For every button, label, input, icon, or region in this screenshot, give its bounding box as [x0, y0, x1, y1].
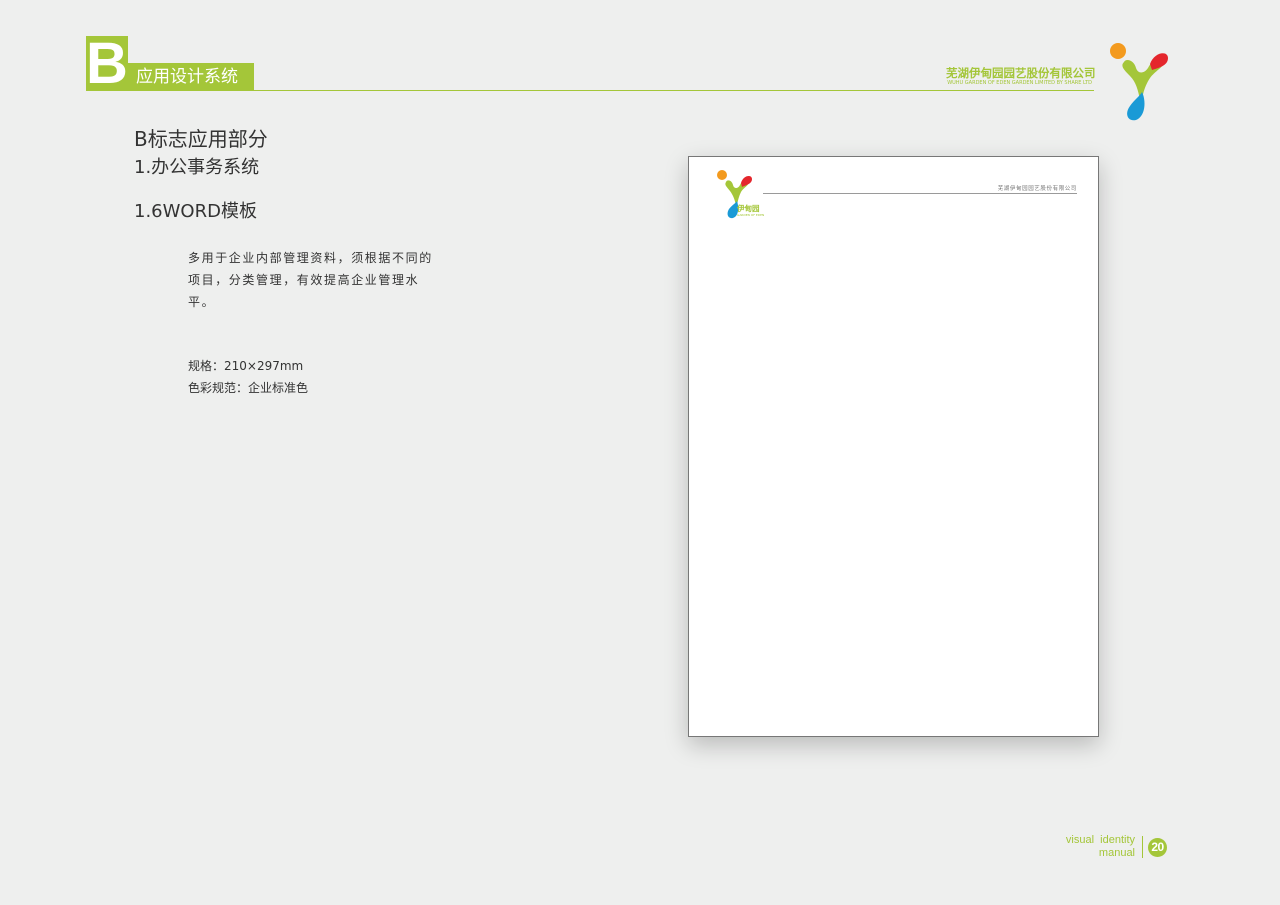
garden-logo-icon: [1110, 43, 1168, 121]
section-letter: B: [86, 31, 128, 96]
page-number: 20: [1148, 838, 1167, 857]
footer-separator: [1142, 836, 1143, 858]
sheet-header-line: [763, 193, 1077, 194]
company-name-en: WUHU GARDEN OF EDEN GARDEN LIMITED BY SH…: [947, 80, 1092, 86]
spec-size: 规格：210×297mm: [188, 359, 304, 373]
spec-color: 色彩规范：企业标准色: [188, 381, 309, 395]
section-title: B标志应用部分: [134, 127, 268, 151]
company-name-cn: 芜湖伊甸园园艺股份有限公司: [946, 66, 1096, 80]
subsection-title: 1.办公事务系统: [134, 157, 260, 178]
sheet-brand-en: GARDEN OF EDEN: [737, 213, 765, 217]
description-text: 多用于企业内部管理资料，须根据不同的项目，分类管理，有效提高企业管理水平。: [188, 251, 433, 309]
section-band-title: 应用设计系统: [128, 63, 254, 91]
word-template-sheet: 芜湖伊甸园园艺股份有限公司 伊甸园 GARDEN OF EDEN: [688, 156, 1099, 737]
sheet-company-name: 芜湖伊甸园园艺股份有限公司: [997, 186, 1077, 192]
spec-block: 规格：210×297mm 色彩规范：企业标准色: [188, 355, 308, 399]
item-title: 1.6WORD模板: [134, 201, 257, 222]
header-divider: [86, 90, 1094, 91]
footer-visual-identity: visual identity: [1065, 834, 1135, 846]
footer-manual: manual: [1098, 847, 1135, 859]
